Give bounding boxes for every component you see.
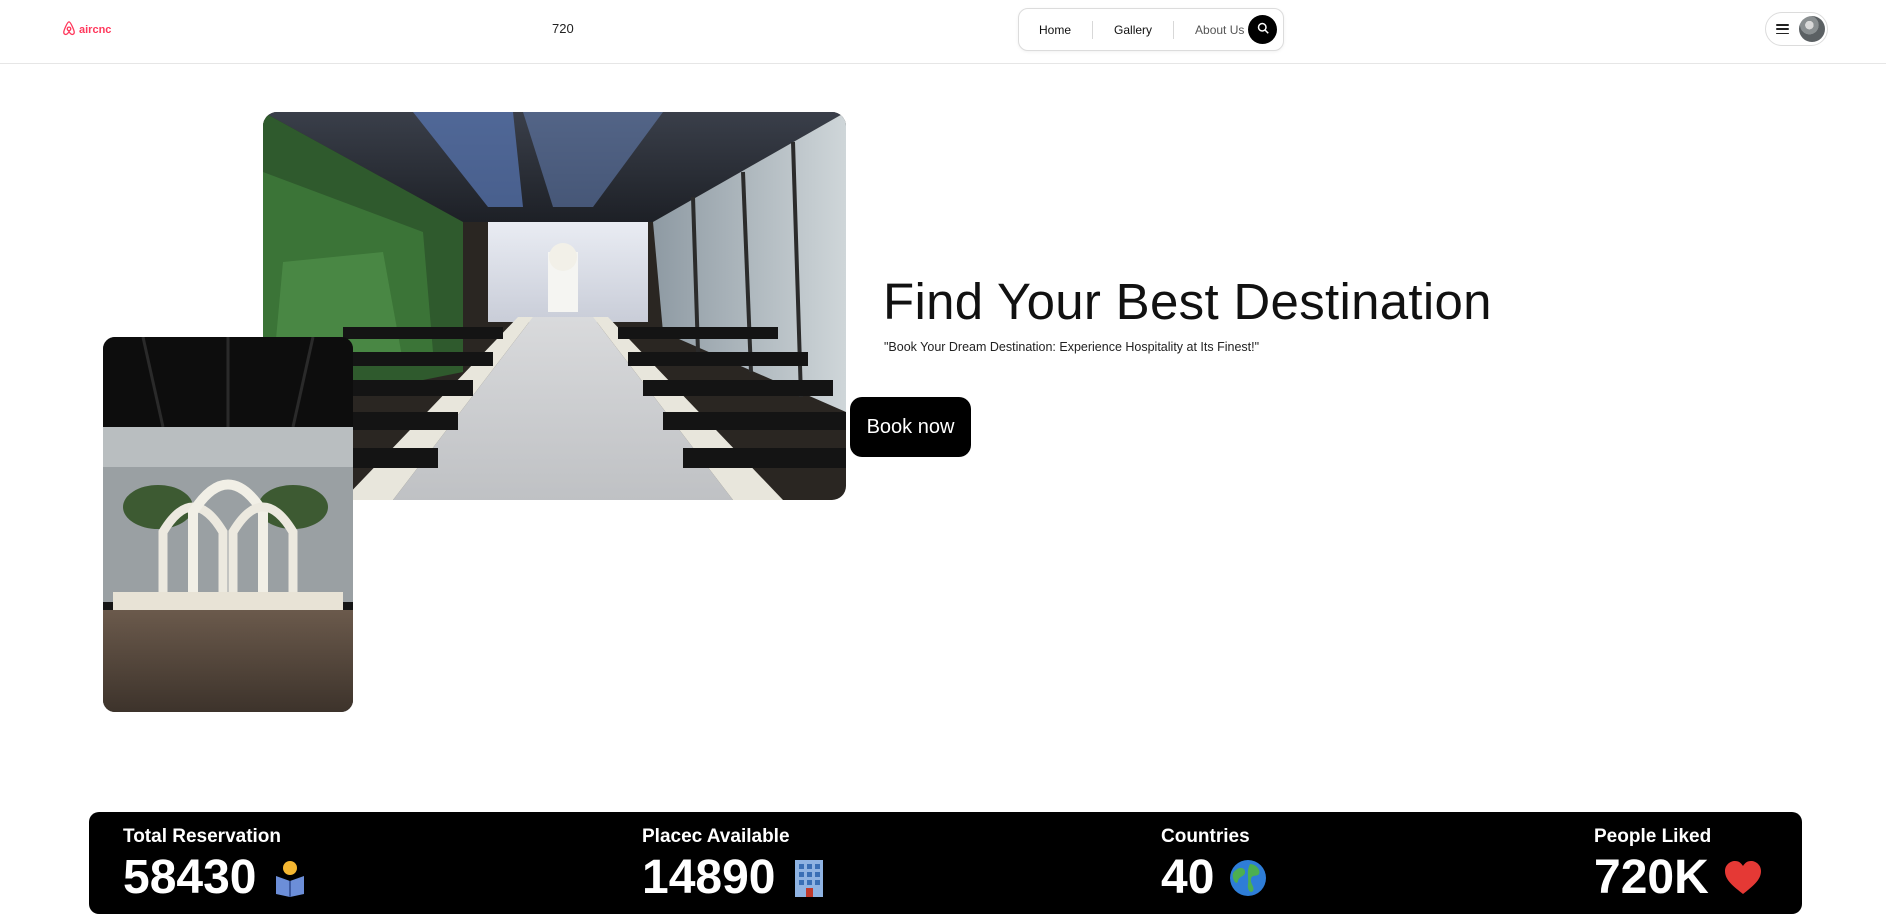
nav-home[interactable]: Home [1039,23,1071,37]
stat-value-row: 14890 [642,850,829,905]
stat-label: Total Reservation [123,826,282,847]
book-now-button[interactable]: Book now [850,397,971,457]
stats-bar: Total Reservation 58430 Placec Available… [89,812,1802,914]
stat-label: Countries [1161,826,1250,847]
stat-value-row: 40 [1161,850,1268,905]
stat-label: People Liked [1594,826,1712,847]
stat-number: 14890 [642,851,776,904]
brand-name: aircnc [79,23,112,36]
stat-label: Placec Available [642,826,790,847]
header-counter: 720 [552,21,574,36]
brand-logo[interactable]: aircnc [62,20,111,39]
hamburger-menu-icon [1776,24,1789,34]
stat-value-row: 720K [1594,850,1763,905]
main-nav: Home Gallery About Us [1018,8,1284,51]
red-heart-icon [1723,858,1763,898]
globe-icon [1228,858,1268,898]
user-menu-button[interactable] [1765,12,1828,46]
nav-divider [1173,20,1175,39]
search-icon [1257,21,1269,39]
user-avatar [1799,16,1825,42]
office-building-icon [789,858,829,898]
nav-divider [1092,20,1094,39]
person-reading-icon [270,858,310,898]
search-button[interactable] [1248,15,1277,44]
nav-gallery[interactable]: Gallery [1114,23,1152,37]
stat-number: 720K [1594,851,1709,904]
airbnb-logo-icon [62,20,76,39]
hero-title: Find Your Best Destination [883,273,1492,330]
wedding-floral-arch-photo [103,337,353,712]
top-navbar: aircnc 720 Home Gallery About Us [0,0,1886,64]
nav-about-us[interactable]: About Us [1195,23,1244,37]
hero-subtitle: "Book Your Dream Destination: Experience… [884,340,1260,354]
stat-number: 58430 [123,851,257,904]
stat-value-row: 58430 [123,850,310,905]
stat-number: 40 [1161,851,1215,904]
